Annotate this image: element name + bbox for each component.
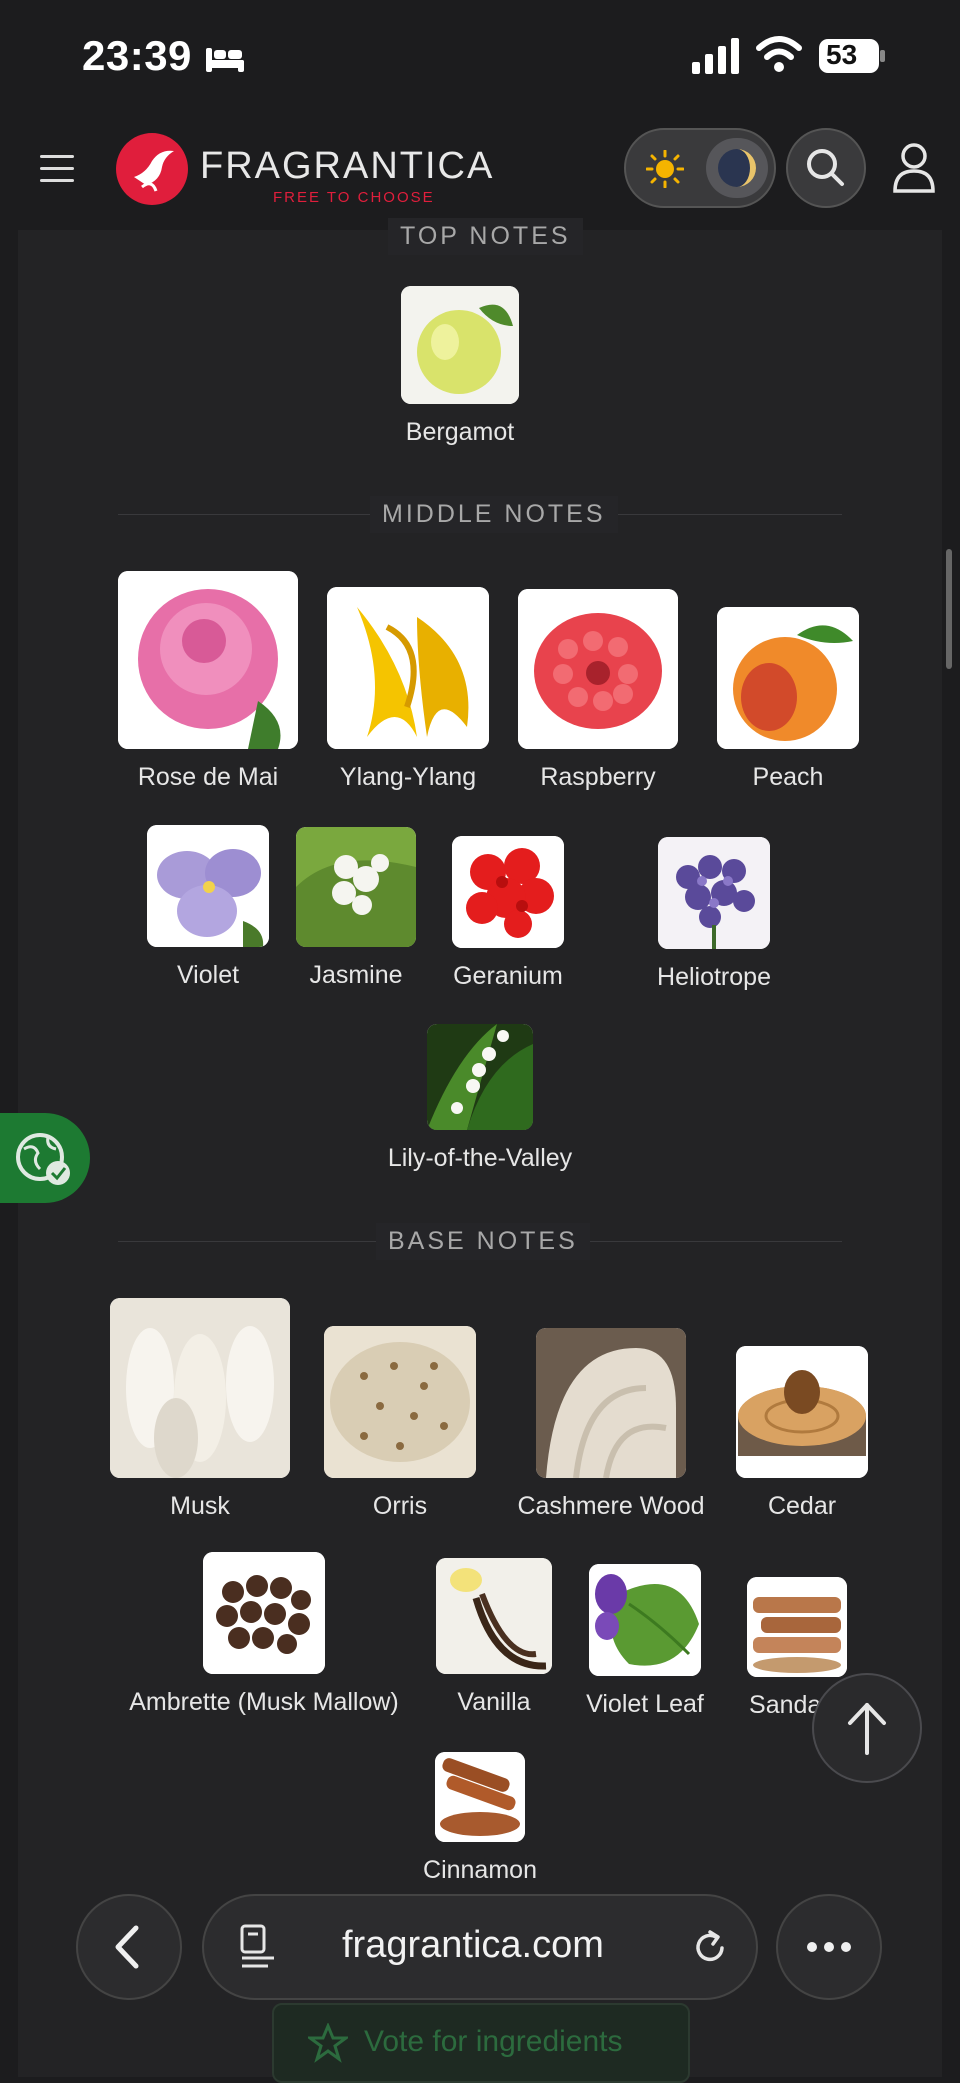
more-options-button[interactable] <box>776 1894 882 2000</box>
note-rose-de-mai[interactable]: Rose de Mai <box>108 571 308 792</box>
cinnamon-image <box>435 1752 525 1842</box>
notes-pyramid: TOP NOTES Bergamot MIDDLE NOTES Rose de … <box>18 218 942 2083</box>
note-cashmere-wood[interactable]: Cashmere Wood <box>496 1328 726 1521</box>
note-name: Rose de Mai <box>137 763 279 791</box>
note-raspberry[interactable]: Raspberry <box>508 589 688 792</box>
sandalwood-image <box>747 1577 847 1677</box>
orris-image <box>324 1326 476 1478</box>
ylang-ylang-image <box>327 587 489 749</box>
bed-icon <box>206 48 244 72</box>
note-name: Ambrette (Musk Mallow) <box>129 1688 399 1716</box>
arrow-up-icon <box>848 1703 886 1755</box>
ambrette-image <box>203 1552 325 1674</box>
browser-toolbar: fragrantica.com <box>0 1880 960 2020</box>
signal-icon <box>692 38 739 74</box>
scroll-to-top-button[interactable] <box>812 1673 922 1783</box>
jasmine-image <box>296 827 416 947</box>
note-peach[interactable]: Peach <box>698 607 878 792</box>
violet-leaf-image <box>589 1564 701 1676</box>
note-violet[interactable]: Violet <box>126 825 290 990</box>
theme-toggle[interactable] <box>624 128 776 208</box>
status-time: 23:39 <box>82 32 192 79</box>
browser-back-button[interactable] <box>76 1894 182 2000</box>
vanilla-image <box>436 1558 552 1674</box>
note-name: Violet Leaf <box>586 1690 704 1718</box>
note-name: Peach <box>752 763 824 791</box>
note-name: Vanilla <box>457 1688 531 1716</box>
sun-icon <box>646 150 684 188</box>
note-ylang-ylang[interactable]: Ylang-Ylang <box>318 587 498 792</box>
site-header: FRAGRANTICA FREE TO CHOOSE <box>0 115 960 230</box>
back-arrow-icon <box>115 1925 139 1969</box>
user-icon[interactable] <box>892 141 936 195</box>
note-orris[interactable]: Orris <box>310 1326 490 1521</box>
search-icon <box>807 149 844 186</box>
lily-of-the-valley-image <box>427 1024 533 1130</box>
note-musk[interactable]: Musk <box>100 1298 300 1521</box>
more-icon <box>807 1942 851 1952</box>
note-name: Violet <box>176 961 240 989</box>
note-name: Raspberry <box>540 763 656 791</box>
geranium-image <box>452 836 564 948</box>
url-text: fragrantica.com <box>342 1924 604 1966</box>
note-heliotrope[interactable]: Heliotrope <box>632 837 796 992</box>
note-violet-leaf[interactable]: Violet Leaf <box>560 1564 730 1719</box>
violet-image <box>147 825 269 947</box>
note-bergamot[interactable]: Bergamot <box>378 286 542 447</box>
note-name: Cashmere Wood <box>517 1492 705 1520</box>
cashmere-wood-image <box>536 1328 686 1478</box>
moon-icon <box>706 138 768 198</box>
battery-level: 53 <box>826 39 858 70</box>
peach-image <box>717 607 859 749</box>
heliotrope-image <box>658 837 770 949</box>
address-bar[interactable]: fragrantica.com <box>202 1894 758 2000</box>
top-notes-label: TOP NOTES <box>388 218 583 255</box>
base-notes-label: BASE NOTES <box>376 1223 590 1260</box>
globe-check-icon[interactable] <box>0 1113 90 1203</box>
raspberry-image <box>518 589 678 749</box>
bergamot-image <box>401 286 519 404</box>
logo-text[interactable]: FRAGRANTICA <box>200 145 494 188</box>
cedar-image <box>736 1346 868 1478</box>
wifi-icon <box>756 36 802 72</box>
musk-image <box>110 1298 290 1478</box>
note-name: Heliotrope <box>657 963 771 991</box>
reload-icon[interactable] <box>688 1926 732 1970</box>
note-ambrette[interactable]: Ambrette (Musk Mallow) <box>84 1552 444 1717</box>
note-name: Bergamot <box>405 418 515 446</box>
vote-ingredients-label: Vote for ingredients <box>364 2025 623 2058</box>
note-vanilla[interactable]: Vanilla <box>414 1558 574 1717</box>
note-name: Ylang-Ylang <box>339 763 477 791</box>
note-geranium[interactable]: Geranium <box>418 836 598 991</box>
hamburger-menu-button[interactable] <box>40 155 76 183</box>
note-name: Lily-of-the-Valley <box>387 1144 573 1172</box>
status-bar: 23:39 53 <box>0 0 960 115</box>
star-icon <box>308 2023 348 2063</box>
note-lily-of-the-valley[interactable]: Lily-of-the-Valley <box>370 1024 590 1173</box>
reader-icon[interactable] <box>238 1922 278 1972</box>
search-button[interactable] <box>786 128 866 208</box>
note-name: Orris <box>372 1492 428 1520</box>
note-jasmine[interactable]: Jasmine <box>274 827 438 990</box>
fragrantica-logo-icon[interactable] <box>116 133 188 205</box>
middle-notes-label: MIDDLE NOTES <box>370 496 618 533</box>
note-name: Jasmine <box>309 961 403 989</box>
note-cedar[interactable]: Cedar <box>712 1346 892 1521</box>
note-name: Cedar <box>767 1492 837 1520</box>
note-name: Geranium <box>453 962 563 990</box>
note-cinnamon[interactable]: Cinnamon <box>370 1752 590 1885</box>
scrollbar[interactable] <box>946 549 952 669</box>
logo-tagline: FREE TO CHOOSE <box>273 189 435 206</box>
note-name: Musk <box>170 1492 230 1520</box>
rose-image <box>118 571 298 749</box>
